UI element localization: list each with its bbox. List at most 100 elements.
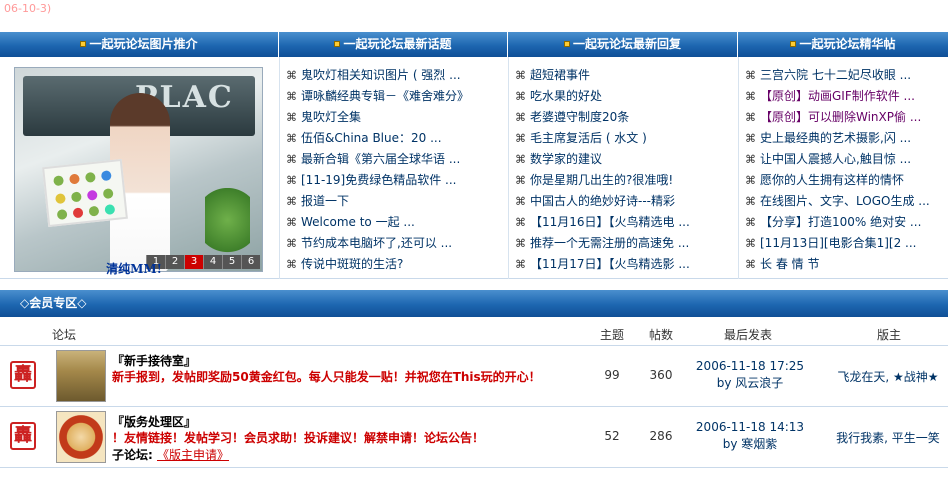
latest-topic-link[interactable]: 鬼吹灯全集 — [301, 110, 361, 124]
latest-topic-link[interactable]: 节约成本电脑坏了,还可以 ... — [301, 236, 452, 250]
essence-post-link[interactable]: 史上最经典的艺术摄影,闪 ... — [760, 131, 911, 145]
column-header-latest-topics: 一起玩论坛最新话题 — [279, 32, 508, 57]
command-bullet-icon: ⌘ — [745, 90, 756, 103]
essence-post-link[interactable]: 【原创】动画GIF制作软件 ... — [760, 89, 915, 103]
forum-moderators[interactable]: 我行我素, 平生一笑 — [832, 429, 944, 446]
latest-reply-item: ⌘ 毛主席复活后 ( 水文 ) — [515, 128, 735, 149]
command-bullet-icon: ⌘ — [286, 216, 297, 229]
last-post-author[interactable]: by 寒烟紫 — [690, 435, 810, 452]
last-post-author[interactable]: by 风云浪子 — [690, 374, 810, 391]
essence-post-link[interactable]: 让中国人震撼人心,触目惊 ... — [760, 152, 911, 166]
latest-topic-item: ⌘ Welcome to 一起 ... — [286, 212, 504, 233]
picture-caption[interactable]: 清纯MM! — [14, 260, 254, 277]
forum-name-link[interactable]: 『版务处理区』 — [112, 413, 196, 430]
column-header-label: 一起玩论坛最新话题 — [343, 37, 452, 51]
last-post-time[interactable]: 2006-11-18 14:13 — [690, 420, 810, 434]
latest-topic-link[interactable]: Welcome to 一起 ... — [301, 215, 415, 229]
essence-post-link[interactable]: 在线图片、文字、LOGO生成 ... — [760, 194, 930, 208]
latest-topic-link[interactable]: 最新合辑《第六届全球华语 ... — [301, 152, 460, 166]
latest-topic-item: ⌘ 传说中斑斑的生活? — [286, 254, 504, 275]
latest-topic-item: ⌘ [11-19]免费绿色精品软件 ... — [286, 170, 504, 191]
latest-topic-link[interactable]: 谭咏麟经典专辑－《难舍难分》 — [301, 89, 469, 103]
command-bullet-icon: ⌘ — [745, 237, 756, 250]
latest-reply-link[interactable]: 吃水果的好处 — [530, 89, 602, 103]
top-section: 一起玩论坛图片推介 一起玩论坛最新话题 一起玩论坛最新回复 一起玩论坛精华帖 P… — [0, 32, 948, 279]
essence-post-link[interactable]: 【分享】打造100% 绝对安 ... — [760, 215, 921, 229]
featured-picture[interactable]: PLAC 123456 — [14, 67, 263, 272]
command-bullet-icon: ⌘ — [745, 69, 756, 82]
command-bullet-icon: ⌘ — [745, 216, 756, 229]
command-bullet-icon: ⌘ — [515, 132, 526, 145]
latest-reply-link[interactable]: 老婆遵守制度20条 — [530, 110, 629, 124]
essence-post-item: ⌘ 【原创】动画GIF制作软件 ... — [745, 86, 945, 107]
essence-post-link[interactable]: 长 春 情 节 — [760, 257, 819, 271]
latest-topic-link[interactable]: 报道一下 — [301, 194, 349, 208]
subforum-label: 子论坛: — [112, 448, 153, 462]
essence-post-link[interactable]: 【原创】可以删除WinXP偷 ... — [760, 110, 921, 124]
command-bullet-icon: ⌘ — [515, 90, 526, 103]
latest-topic-item: ⌘ 伍佰&China Blue：20 ... — [286, 128, 504, 149]
command-bullet-icon: ⌘ — [286, 258, 297, 271]
latest-reply-item: ⌘ 超短裙事件 — [515, 65, 735, 86]
essence-post-link[interactable]: 三宫六院 七十二妃尽收眼 ... — [760, 68, 911, 82]
forum-topics-count: 52 — [604, 429, 620, 443]
column-divider — [508, 57, 509, 279]
forum-topics-count: 99 — [604, 368, 620, 382]
forum-thumbnail[interactable] — [56, 350, 106, 402]
latest-topic-item: ⌘ 鬼吹灯相关知识图片 ( 强烈 ... — [286, 65, 504, 86]
essence-post-link[interactable]: [11月13日][电影合集1][2 ... — [760, 236, 916, 250]
latest-reply-link[interactable]: 数学家的建议 — [530, 152, 602, 166]
command-bullet-icon: ⌘ — [286, 153, 297, 166]
forum-name-link[interactable]: 『新手接待室』 — [112, 352, 196, 369]
column-header-pictures: 一起玩论坛图片推介 — [0, 32, 279, 57]
latest-reply-item: ⌘ 【11月16日】【火鸟精选电 ... — [515, 212, 735, 233]
latest-reply-link[interactable]: 毛主席复活后 ( 水文 ) — [530, 131, 647, 145]
header-forum: 论坛 — [52, 328, 77, 342]
latest-topic-link[interactable]: 鬼吹灯相关知识图片 ( 强烈 ... — [301, 68, 461, 82]
subforum-link[interactable]: 《版主申请》 — [157, 448, 229, 462]
essence-post-item: ⌘ 三宫六院 七十二妃尽收眼 ... — [745, 65, 945, 86]
command-bullet-icon: ⌘ — [515, 153, 526, 166]
latest-replies-list: ⌘ 超短裙事件 ⌘ 吃水果的好处 ⌘ 老婆遵守制度20条 ⌘ 毛主席复活后 ( 水文 ) ⌘ 数学… — [515, 65, 735, 275]
forum-table-header: 论坛 主题 帖数 最后发表 版主 — [0, 320, 948, 346]
column-divider — [279, 57, 280, 279]
last-post-time[interactable]: 2006-11-18 17:25 — [690, 359, 810, 373]
member-zone-header: ◇会员专区◇ — [0, 290, 948, 317]
command-bullet-icon: ⌘ — [286, 195, 297, 208]
command-bullet-icon: ⌘ — [515, 195, 526, 208]
forum-status-seal-icon: 轟 — [10, 361, 36, 389]
forum-thumbnail[interactable] — [56, 411, 106, 463]
command-bullet-icon: ⌘ — [286, 237, 297, 250]
latest-reply-link[interactable]: 超短裙事件 — [530, 68, 590, 82]
latest-topics-list: ⌘ 鬼吹灯相关知识图片 ( 强烈 ... ⌘ 谭咏麟经典专辑－《难舍难分》 ⌘ 鬼吹灯全集… — [286, 65, 504, 275]
forum-last-post: 2006-11-18 17:25 by 风云浪子 — [690, 359, 810, 391]
command-bullet-icon: ⌘ — [745, 153, 756, 166]
forum-status-seal-icon: 轟 — [10, 422, 36, 450]
latest-reply-item: ⌘ 你是星期几出生的?很准哦! — [515, 170, 735, 191]
latest-reply-link[interactable]: 中国古人的绝妙好诗---精彩 — [530, 194, 675, 208]
latest-topic-link[interactable]: 伍佰&China Blue：20 ... — [301, 131, 442, 145]
header-posts: 帖数 — [649, 328, 674, 342]
header-last-post: 最后发表 — [724, 328, 773, 342]
essence-post-link[interactable]: 愿你的人生拥有这样的情怀 — [760, 173, 904, 187]
top-date-fragment: 06-10-3) — [4, 2, 52, 15]
latest-topic-item: ⌘ 谭咏麟经典专辑－《难舍难分》 — [286, 86, 504, 107]
command-bullet-icon: ⌘ — [515, 111, 526, 124]
latest-topic-link[interactable]: [11-19]免费绿色精品软件 ... — [301, 173, 457, 187]
latest-reply-item: ⌘ 【11月17日】【火鸟精选影 ... — [515, 254, 735, 275]
forum-moderators[interactable]: 飞龙在天, ★战神★ — [832, 368, 944, 385]
picture-board — [42, 158, 128, 228]
latest-reply-link[interactable]: 你是星期几出生的?很准哦! — [530, 173, 673, 187]
subforum-line: 子论坛: 《版主申请》 — [112, 446, 229, 463]
square-bullet-icon — [80, 40, 87, 47]
header-moderator: 版主 — [877, 328, 902, 342]
column-header-latest-replies: 一起玩论坛最新回复 — [508, 32, 738, 57]
latest-reply-link[interactable]: 【11月17日】【火鸟精选影 ... — [530, 257, 690, 271]
command-bullet-icon: ⌘ — [286, 69, 297, 82]
latest-topic-item: ⌘ 节约成本电脑坏了,还可以 ... — [286, 233, 504, 254]
latest-topic-link[interactable]: 传说中斑斑的生活? — [301, 257, 403, 271]
command-bullet-icon: ⌘ — [286, 90, 297, 103]
column-header-label: 一起玩论坛最新回复 — [572, 37, 681, 51]
latest-reply-link[interactable]: 推荐一个无需注册的高速免 ... — [530, 236, 689, 250]
latest-reply-link[interactable]: 【11月16日】【火鸟精选电 ... — [530, 215, 690, 229]
